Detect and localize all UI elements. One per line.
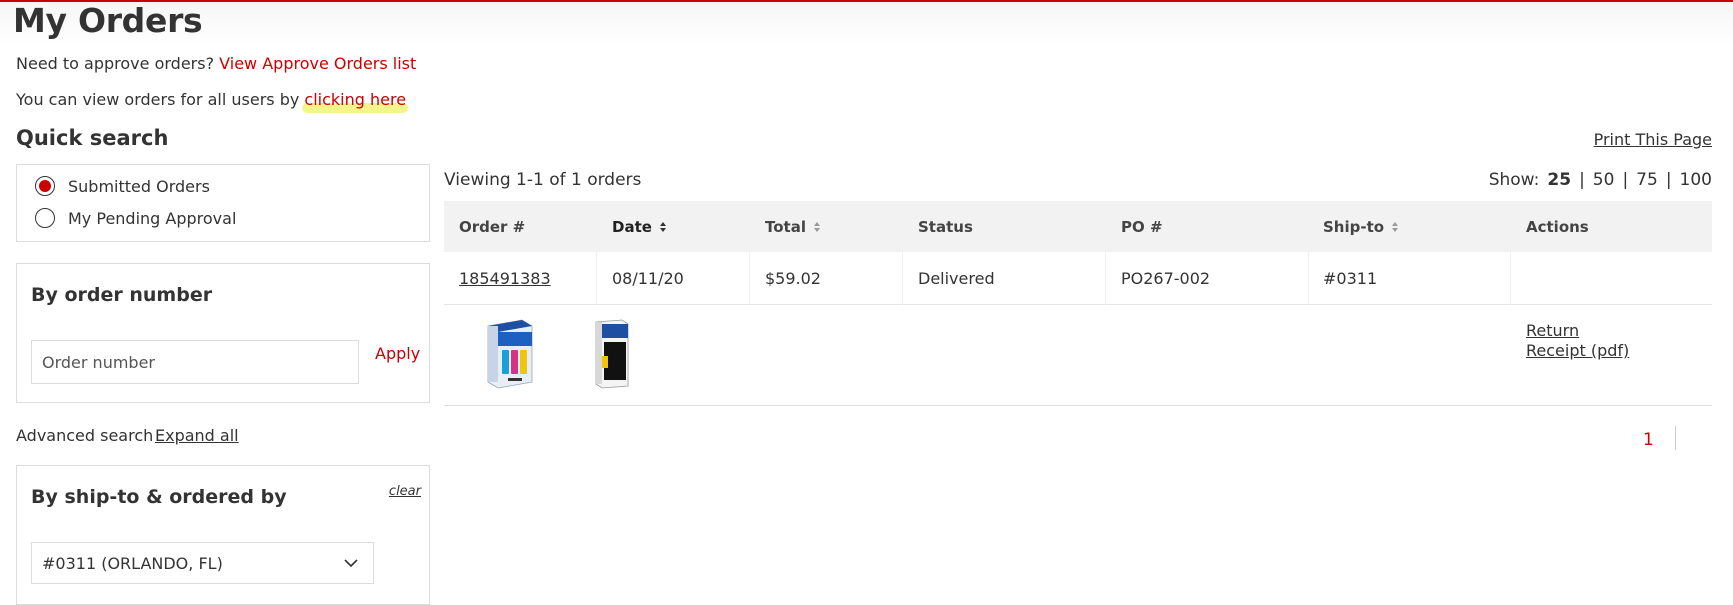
page-size-50[interactable]: 50: [1593, 170, 1615, 190]
column-label: PO #: [1121, 218, 1163, 236]
chevron-down-icon: [343, 555, 359, 571]
ship-to-select[interactable]: #0311 (ORLANDO, FL): [31, 542, 374, 584]
ink-multipack-icon: [487, 319, 533, 389]
column-label: Order #: [459, 218, 526, 236]
receipt-pdf-link[interactable]: Receipt (pdf): [1526, 341, 1629, 360]
radio-my-pending-approval[interactable]: My Pending Approval: [35, 208, 236, 228]
product-image-epson-multipack[interactable]: [482, 316, 538, 396]
order-ship-to: #0311: [1323, 269, 1378, 288]
radio-unselected-icon[interactable]: [35, 208, 55, 228]
all-users-prompt-text: You can view orders for all users by: [16, 90, 300, 109]
column-label: Ship-to: [1323, 218, 1385, 236]
page-size-selector: Show: 25 | 50 | 75 | 100: [1489, 170, 1712, 190]
column-date[interactable]: Date: [612, 218, 666, 236]
ship-to-heading: By ship-to & ordered by: [31, 486, 287, 508]
apply-button[interactable]: Apply: [375, 344, 420, 363]
cell-divider: [749, 252, 750, 305]
column-label: Status: [918, 218, 973, 236]
column-order-number: Order #: [459, 218, 525, 236]
show-label: Show:: [1488, 170, 1540, 190]
order-status: Delivered: [918, 269, 995, 288]
ink-bottle-icon: [595, 319, 629, 389]
page-size-75[interactable]: 75: [1636, 170, 1658, 190]
order-number-heading: By order number: [31, 284, 213, 306]
pagination-divider: [1675, 426, 1676, 450]
view-approve-orders-link[interactable]: View Approve Orders list: [219, 54, 416, 73]
sort-icon[interactable]: [813, 222, 820, 232]
viewing-count: Viewing 1-1 of 1 orders: [444, 170, 642, 190]
radio-label: My Pending Approval: [68, 208, 237, 228]
approve-prompt-text: Need to approve orders?: [16, 54, 215, 73]
page-title: My Orders: [13, 1, 203, 40]
clicking-here-label: clicking here: [304, 90, 407, 109]
return-link[interactable]: Return: [1526, 321, 1579, 340]
cell-divider: [1105, 252, 1106, 305]
radio-submitted-orders[interactable]: Submitted Orders: [35, 176, 210, 196]
quick-search-options: Submitted Orders My Pending Approval: [16, 164, 430, 242]
cell-divider: [1510, 252, 1511, 305]
quick-search-title: Quick search: [16, 126, 169, 150]
clicking-here-link[interactable]: clicking here: [302, 90, 409, 113]
sort-icon[interactable]: [659, 222, 666, 232]
approve-orders-notice: Need to approve orders? View Approve Ord…: [16, 54, 416, 73]
order-number-link[interactable]: 185491383: [459, 269, 551, 288]
separator: |: [1665, 170, 1672, 190]
column-label: Actions: [1526, 218, 1589, 236]
separator: |: [1622, 170, 1629, 190]
cell-divider: [596, 252, 597, 305]
ship-to-panel: By ship-to & ordered by clear #0311 (ORL…: [16, 465, 430, 605]
order-number-panel: By order number Apply: [16, 263, 430, 403]
separator: |: [1579, 170, 1585, 190]
order-total: $59.02: [765, 269, 821, 288]
advanced-search-label: Advanced search: [16, 426, 154, 445]
column-ship-to[interactable]: Ship-to: [1323, 218, 1399, 236]
page-size-100[interactable]: 100: [1680, 170, 1712, 190]
radio-selected-icon[interactable]: [35, 176, 55, 196]
order-po-number: PO267-002: [1121, 269, 1211, 288]
column-label: Total: [765, 218, 806, 236]
clear-link[interactable]: clear: [389, 484, 421, 499]
orders-table-header: Order # Date Total Status PO # Ship-to A…: [444, 201, 1712, 252]
expand-all-link[interactable]: Expand all: [155, 426, 239, 445]
ship-to-selected-value: #0311 (ORLANDO, FL): [42, 553, 223, 573]
cell-divider: [1308, 252, 1309, 305]
sort-icon[interactable]: [1392, 222, 1399, 232]
cell-divider: [902, 252, 903, 305]
product-image-epson-black-ink[interactable]: [592, 316, 632, 396]
table-row: 185491383 08/11/20 $59.02 Delivered PO26…: [444, 252, 1712, 305]
radio-label: Submitted Orders: [68, 176, 210, 196]
column-actions: Actions: [1526, 218, 1589, 236]
pagination-page-1[interactable]: 1: [1643, 430, 1654, 450]
column-total[interactable]: Total: [765, 218, 820, 236]
order-date: 08/11/20: [612, 269, 684, 288]
column-status: Status: [918, 218, 973, 236]
column-label: Date: [612, 218, 652, 236]
order-items-row: Return Receipt (pdf): [444, 306, 1712, 406]
print-page-link[interactable]: Print This Page: [1594, 130, 1712, 149]
column-po-number: PO #: [1121, 218, 1163, 236]
order-number-input[interactable]: [31, 340, 359, 384]
all-users-notice: You can view orders for all users by cli…: [16, 90, 409, 113]
page-size-25[interactable]: 25: [1547, 170, 1571, 190]
header-fade: [0, 2, 1733, 46]
